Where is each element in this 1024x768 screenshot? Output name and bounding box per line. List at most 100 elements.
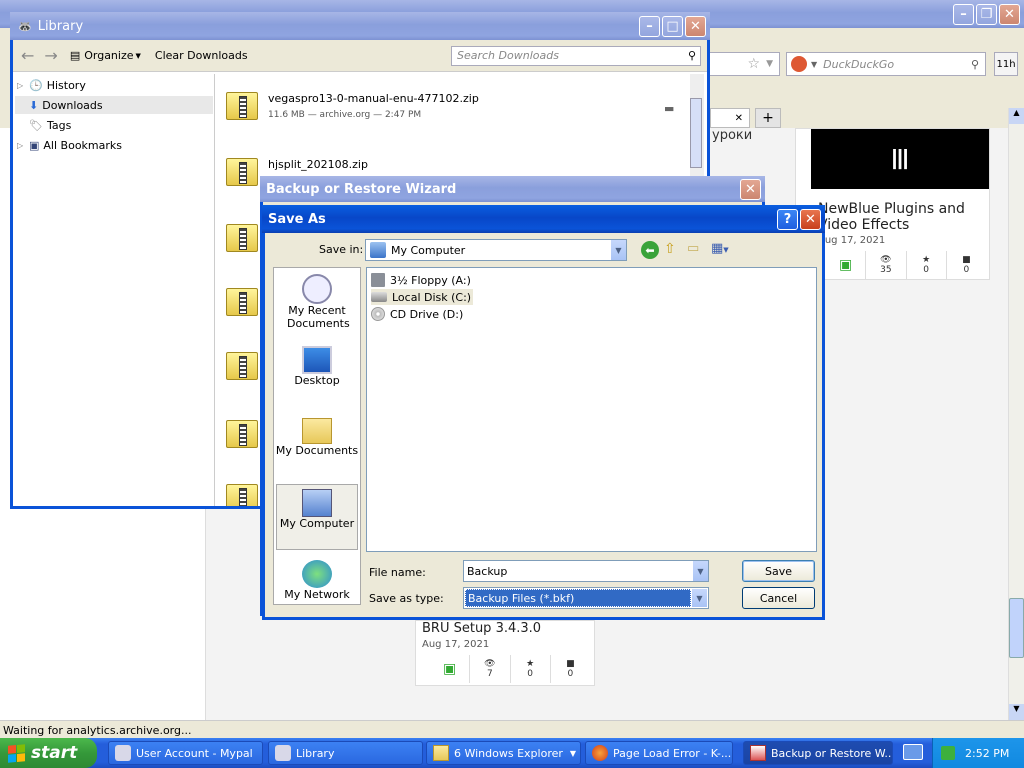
card-title-line1[interactable]: NewBlue Plugins and [818,201,965,217]
places-desktop[interactable]: Desktop [274,346,360,387]
scroll-thumb[interactable] [1009,598,1024,658]
browser-restore-button[interactable]: ❐ [976,3,997,25]
views-stat: 👁 7 [469,655,509,683]
duckduckgo-icon [791,56,807,72]
library-maximize-button[interactable]: □ [662,15,683,37]
scroll-down-icon[interactable]: ▼ [1009,704,1024,720]
card-stats: ▣ 👁 7 ★ 0 ■ 0 [430,655,590,683]
tab-close-button[interactable]: ✕ [710,108,750,128]
save-type-dropdown[interactable]: Backup Files (*.bkf) ▼ [463,587,709,609]
zip-file-icon [226,352,258,380]
wizard-close-button[interactable]: ✕ [740,178,761,200]
my-computer-icon [370,242,386,258]
taskbar-item-backup-wizard[interactable]: Backup or Restore W... [743,741,893,765]
places-my-recent-documents[interactable]: My Recent Documents [274,274,360,330]
search-engine-dropdown-icon[interactable]: ▼ [811,60,817,69]
save-button[interactable]: Save [742,560,815,582]
file-item-cd-drive[interactable]: CD Drive (D:) [371,306,463,322]
expand-icon[interactable]: ▷ [17,81,29,90]
item-card-bru[interactable]: BRU Setup 3.4.3.0 Aug 17, 2021 ▣ 👁 7 ★ 0 ■… [415,620,595,686]
address-bar[interactable]: ☆ ▼ [700,52,780,76]
help-button[interactable]: ? [777,208,798,230]
save-as-close-button[interactable]: ✕ [800,208,821,230]
card-title-line2[interactable]: Video Effects [818,217,909,233]
search-bar[interactable]: ▼ DuckDuckGo ⚲ [786,52,986,76]
save-as-titlebar[interactable]: Save As ? ✕ [262,205,825,233]
favorites-count: 0 [923,265,929,275]
up-folder-icon[interactable]: ⇧ [664,241,676,257]
library-search[interactable]: Search Downloads ⚲ [451,45,701,66]
places-my-documents[interactable]: My Documents [274,418,360,457]
save-in-dropdown[interactable]: My Computer ▼ [365,239,627,261]
filename-value[interactable]: Backup [467,565,507,578]
bookmark-star-icon[interactable]: ☆ [748,56,761,72]
back-icon[interactable]: ⬅ [641,241,659,259]
sidebar-item-downloads[interactable]: ⬇ Downloads [15,96,213,114]
file-list[interactable]: 3½ Floppy (A:) Local Disk (C:) CD Drive … [366,267,817,552]
status-bar: Waiting for analytics.archive.org... [0,720,1024,740]
taskbar-item-page-load-error[interactable]: Page Load Error - K-... [585,741,733,765]
forward-arrow-icon[interactable]: → [44,46,57,65]
places-my-network[interactable]: My Network [274,560,360,601]
partial-text: уроки [712,128,753,143]
windows-logo-icon [8,743,25,763]
places-bar: My Recent Documents Desktop My Documents… [273,267,361,605]
places-label: My Computer [279,517,355,530]
start-button[interactable]: start [0,738,97,768]
zip-file-icon [226,288,258,316]
card-date: Aug 17, 2021 [818,235,886,246]
library-close-button[interactable]: ✕ [685,15,706,37]
clear-downloads-button[interactable]: Clear Downloads [155,49,248,62]
card-title[interactable]: BRU Setup 3.4.3.0 [422,621,541,636]
file-item-local-disk[interactable]: Local Disk (C:) [371,289,474,305]
taskbar-item-windows-explorer[interactable]: 6 Windows Explorer ▼ [426,741,581,765]
search-icon[interactable]: ⚲ [688,49,696,62]
chevron-down-icon[interactable]: ▼ [692,561,708,581]
taskbar-item-user-account[interactable]: User Account - Mypal [108,741,263,765]
views-stat: 👁 35 [865,251,905,279]
extension-badge[interactable]: 11h [994,52,1018,76]
wizard-titlebar[interactable]: Backup or Restore Wizard ✕ [260,176,765,202]
keyboard-icon[interactable] [903,744,923,760]
sidebar-item-tags[interactable]: 🏷 Tags [17,116,71,134]
library-title: Library [37,18,84,34]
chevron-down-icon[interactable]: ▼ [610,240,626,260]
expand-icon[interactable]: ▷ [17,141,29,150]
comment-icon: ■ [566,659,575,669]
taskbar-item-library[interactable]: Library [268,741,423,765]
group-dropdown-icon[interactable]: ▼ [570,749,576,758]
browser-close-button[interactable]: ✕ [999,3,1020,25]
file-item-label: 3½ Floppy (A:) [390,273,471,287]
cancel-button[interactable]: Cancel [742,587,815,609]
chevron-down-icon[interactable]: ▼ [691,589,707,607]
search-icon[interactable]: ⚲ [971,58,979,71]
floppy-icon [371,273,385,287]
back-arrow-icon[interactable]: ← [21,46,34,65]
places-my-computer[interactable]: My Computer [276,484,358,550]
dropdown-icon[interactable]: ▼ [766,59,773,69]
sidebar-item-history[interactable]: ▷ 🕒 History [17,76,86,94]
sidebar-item-all-bookmarks[interactable]: ▷ ▣ All Bookmarks [17,136,122,154]
file-item-floppy[interactable]: 3½ Floppy (A:) [371,272,471,288]
organize-dropdown-icon[interactable]: ▼ [136,52,141,60]
organize-menu[interactable]: Organize [84,49,133,62]
page-scrollbar[interactable]: ▲ ▼ [1008,108,1024,720]
library-minimize-button[interactable]: – [639,15,660,37]
zip-file-icon [226,224,258,252]
download-name: vegaspro13-0-manual-enu-477102.zip [268,92,479,105]
save-type-value: Backup Files (*.bkf) [465,589,691,607]
new-tab-button[interactable]: + [755,108,781,128]
filename-input[interactable]: Backup ▼ [463,560,709,582]
download-item[interactable]: vegaspro13-0-manual-enu-477102.zip 11.6 … [216,88,696,148]
views-menu-icon[interactable]: ▦▼ [711,241,729,256]
downloads-scroll-thumb[interactable] [690,98,702,168]
open-folder-icon[interactable]: ▬ [664,102,674,115]
network-tray-icon[interactable] [941,746,955,760]
library-titlebar[interactable]: 🦝 Library – □ ✕ [10,12,710,40]
browser-minimize-button[interactable]: – [953,3,974,25]
new-folder-icon[interactable]: ▭ [687,241,699,256]
scroll-up-icon[interactable]: ▲ [1009,108,1024,124]
downloads-scrollbar[interactable] [690,74,704,184]
status-text: Waiting for analytics.archive.org... [3,724,192,737]
folder-icon [433,745,449,761]
